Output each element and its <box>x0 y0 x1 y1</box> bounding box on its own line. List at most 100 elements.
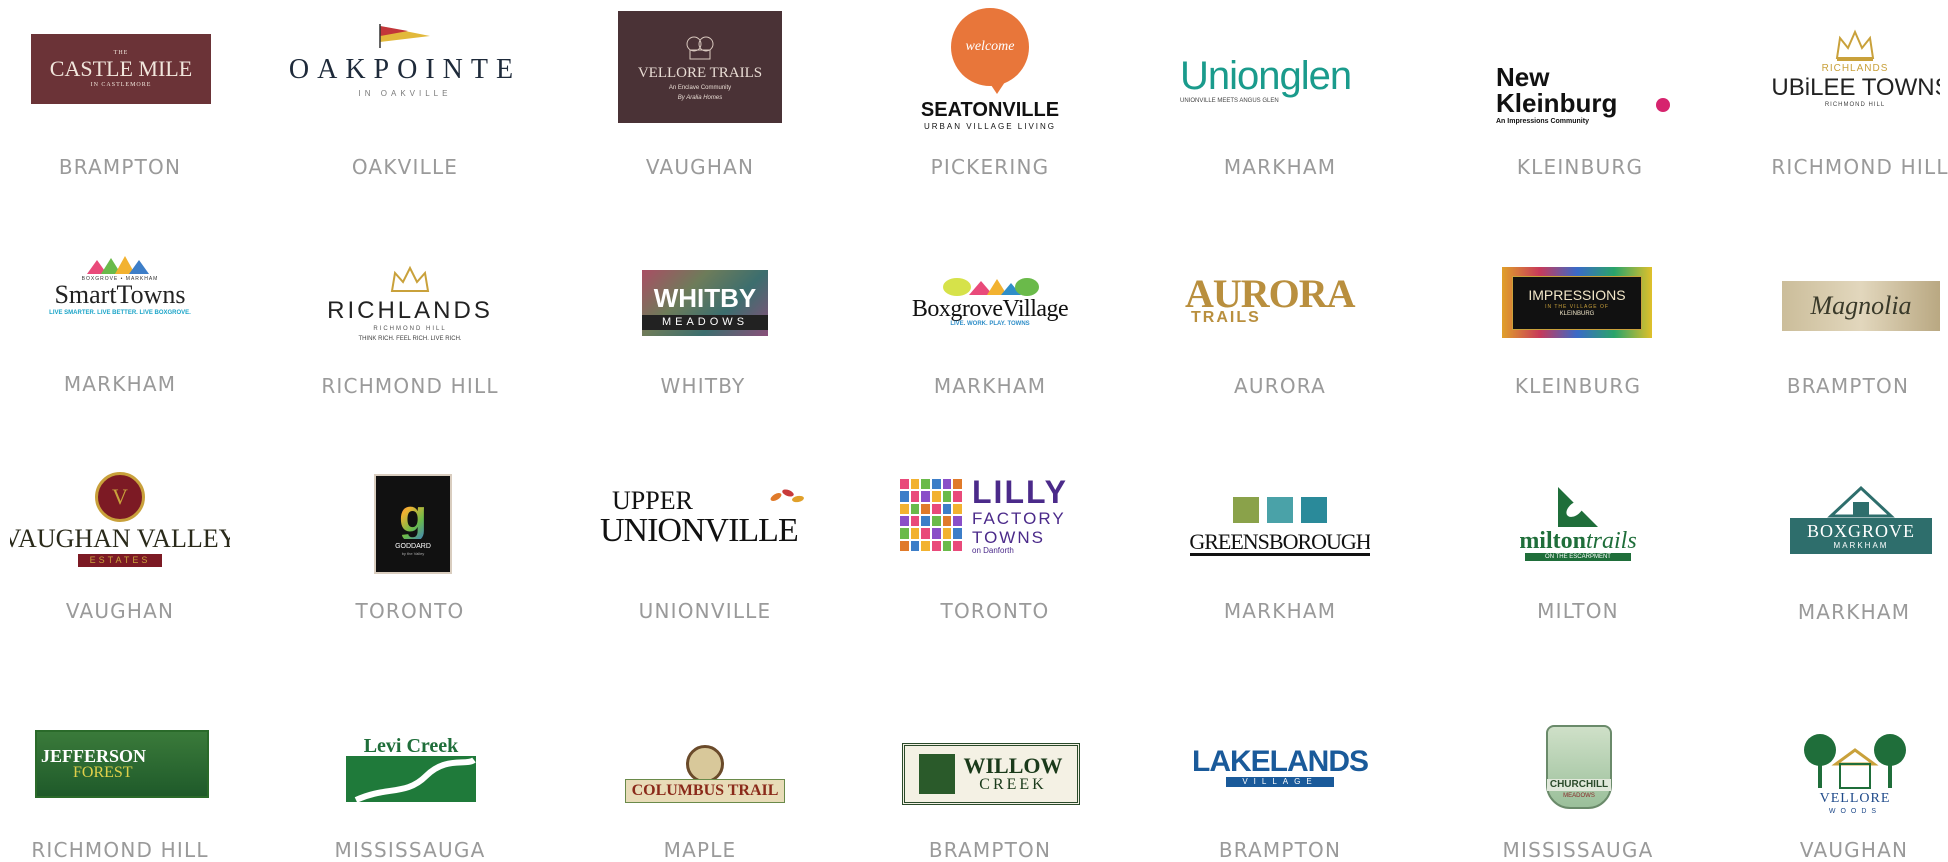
city-label: MARKHAM <box>933 374 1047 398</box>
city-label: RICHMOND HILL <box>31 838 209 862</box>
city-label: OAKVILLE <box>351 155 459 179</box>
new-kleinburg-logo: New Kleinburg An Impressions Community <box>1496 58 1676 130</box>
lakelands-logo: LAKELANDS VILLAGE <box>1192 745 1369 787</box>
crest-icon: V <box>95 472 145 522</box>
project-tile-lakelands[interactable]: LAKELANDS VILLAGE BRAMPTON <box>1160 715 1400 862</box>
city-label: MILTON <box>1537 599 1619 623</box>
project-tile-magnolia[interactable]: Magnolia BRAMPTON <box>1748 225 1948 410</box>
flag-icon <box>379 24 430 48</box>
project-tile-aurora-trails[interactable]: AURORA TRAILS AURORA <box>1160 225 1400 410</box>
project-tile-vellore-trails[interactable]: VELLORE TRAILS An Enclave Community By A… <box>580 0 820 190</box>
tiles-icon <box>1233 496 1327 523</box>
project-tile-new-kleinburg[interactable]: New Kleinburg An Impressions Community K… <box>1460 0 1700 190</box>
project-tile-whitby-meadows[interactable]: WHITBY MEADOWS WHITBY <box>583 225 823 410</box>
city-label: UNIONVILLE <box>638 599 772 623</box>
village-houses-icon <box>943 278 1039 296</box>
vaughan-valley-logo: V VAUGHAN VALLEY ESTATES <box>10 467 230 572</box>
project-tile-richlands[interactable]: RICHLANDS RICHMOND HILL THINK RICH. FEEL… <box>290 225 530 410</box>
project-tile-lilly-factory[interactable]: LILLY FACTORY TOWNS on Danforth TORONTO <box>875 455 1115 630</box>
city-label: MARKHAM <box>1223 155 1337 179</box>
boxgrove-village-logo: BoxgroveVillage LIVE. WORK. PLAY. TOWNS <box>890 265 1090 335</box>
magnolia-logo: Magnolia <box>1782 281 1940 331</box>
whitby-meadows-logo: WHITBY MEADOWS <box>642 270 768 336</box>
project-tile-seatonville[interactable]: welcome SEATONVILLE URBAN VILLAGE LIVING… <box>870 0 1110 190</box>
city-label: KLEINBURG <box>1516 155 1644 179</box>
city-label: VAUGHAN <box>1799 838 1909 862</box>
mosaic-icon <box>900 479 962 551</box>
rooftops-icon <box>87 256 149 274</box>
city-label: MARKHAM <box>1223 599 1337 623</box>
levi-creek-logo: Levi Creek <box>346 733 476 805</box>
project-tile-upper-unionville[interactable]: UPPER UNIONVILLE UNIONVILLE <box>585 455 825 630</box>
project-tile-boxgrove[interactable]: BOXGROVE MARKHAM MARKHAM <box>1760 455 1948 630</box>
milton-trails-logo: milton trails ON THE ESCARPMENT <box>1498 477 1658 567</box>
unionglen-logo: Unionglen UNIONVILLE MEETS ANGUS GLEN <box>1180 54 1352 104</box>
crown-icon <box>1835 29 1875 61</box>
project-tile-boxgrove-village[interactable]: BoxgroveVillage LIVE. WORK. PLAY. TOWNS … <box>870 225 1110 410</box>
house-icon <box>1827 485 1895 518</box>
project-tile-impressions[interactable]: IMPRESSIONS IN THE VILLAGE OF KLEINBURG … <box>1458 225 1698 410</box>
boxgrove-logo: BOXGROVE MARKHAM <box>1790 477 1932 561</box>
oakpointe-logo: OAKPOINTE IN OAKVILLE <box>280 10 530 110</box>
jefferson-forest-logo: JEFFERSON FOREST <box>35 730 209 798</box>
project-tile-goddard[interactable]: g GODDARD by the Valley TORONTO <box>290 455 530 630</box>
g-monogram-icon: g <box>398 489 428 542</box>
city-label: VAUGHAN <box>645 155 755 179</box>
city-label: MAPLE <box>663 838 737 862</box>
project-tile-vellore-woods[interactable]: VELLORE WOODS VAUGHAN <box>1760 715 1948 862</box>
aurora-trails-logo: AURORA TRAILS <box>1185 271 1356 326</box>
tree-icon <box>919 754 956 794</box>
city-label: WHITBY <box>660 374 746 398</box>
trees-gazebo-icon <box>1804 733 1906 789</box>
city-label: BRAMPTON <box>928 838 1052 862</box>
project-tile-greensborough[interactable]: GREENSBOROUGH MARKHAM <box>1160 455 1400 630</box>
project-tile-milton-trails[interactable]: milton trails ON THE ESCARPMENT MILTON <box>1458 455 1698 630</box>
project-tile-columbus-trail[interactable]: COLUMBUS TRAIL MAPLE <box>580 715 820 862</box>
impressions-logo: IMPRESSIONS IN THE VILLAGE OF KLEINBURG <box>1502 267 1652 338</box>
leaf-icon <box>1558 487 1598 527</box>
project-tile-churchill-meadows[interactable]: CHURCHILL MEADOWS MISSISSAUGA <box>1458 715 1698 862</box>
city-label: MARKHAM <box>1797 600 1911 624</box>
crown-icon <box>390 265 430 292</box>
compass-icon <box>686 745 724 783</box>
columbus-trail-logo: COLUMBUS TRAIL <box>623 743 787 805</box>
project-tile-castle-mile[interactable]: THE CASTLE MILE IN CASTLEMORE BRAMPTON <box>0 0 240 190</box>
city-label: KLEINBURG <box>1514 374 1642 398</box>
project-tile-willow-creek[interactable]: WILLOW CREEK BRAMPTON <box>870 715 1110 862</box>
castle-mile-logo: THE CASTLE MILE IN CASTLEMORE <box>31 34 211 104</box>
willow-creek-logo: WILLOW CREEK <box>902 743 1080 805</box>
vellore-woods-logo: VELLORE WOODS <box>1800 723 1910 823</box>
churchill-meadows-logo: CHURCHILL MEADOWS <box>1524 717 1634 817</box>
smart-towns-logo: BOXGROVE • MARKHAM SmartTowns LIVE SMART… <box>15 245 225 325</box>
city-label: MARKHAM <box>63 372 177 396</box>
city-label: BRAMPTON <box>58 155 182 179</box>
greensborough-logo: GREENSBOROUGH <box>1190 491 1370 561</box>
project-tile-smart-towns[interactable]: BOXGROVE • MARKHAM SmartTowns LIVE SMART… <box>0 225 240 410</box>
upper-unionville-logo: UPPER UNIONVILLE <box>600 483 810 553</box>
city-label: BRAMPTON <box>1786 374 1910 398</box>
city-label: MISSISSAUGA <box>334 838 486 862</box>
seatonville-logo: welcome SEATONVILLE URBAN VILLAGE LIVING <box>910 8 1070 138</box>
project-tile-jubilee-towns[interactable]: RICHLANDS JUBiLEE TOWNS RICHMOND HILL RI… <box>1740 0 1948 190</box>
city-label: TORONTO <box>355 599 465 623</box>
city-label: RICHMOND HILL <box>1771 155 1948 179</box>
shield-icon: CHURCHILL MEADOWS <box>1546 725 1612 809</box>
city-label: PICKERING <box>930 155 1050 179</box>
lilly-factory-logo: LILLY FACTORY TOWNS on Danforth <box>900 475 1090 555</box>
project-tile-jefferson-forest[interactable]: JEFFERSON FOREST RICHMOND HILL <box>0 715 240 862</box>
project-tile-unionglen[interactable]: Unionglen UNIONVILLE MEETS ANGUS GLEN MA… <box>1160 0 1400 190</box>
city-label: RICHMOND HILL <box>321 374 499 398</box>
city-label: MISSISSAUGA <box>1502 838 1654 862</box>
splash-icon <box>1656 98 1670 112</box>
leaves-icon <box>770 489 804 503</box>
welcome-badge: welcome <box>951 8 1029 94</box>
city-label: BRAMPTON <box>1218 838 1342 862</box>
city-label: TORONTO <box>940 599 1050 623</box>
tree-house-icon <box>686 36 714 59</box>
goddard-logo: g GODDARD by the Valley <box>374 474 452 574</box>
vellore-trails-logo: VELLORE TRAILS An Enclave Community By A… <box>618 11 782 123</box>
jubilee-towns-logo: RICHLANDS JUBiLEE TOWNS RICHMOND HILL <box>1770 18 1940 118</box>
project-tile-oakpointe[interactable]: OAKPOINTE IN OAKVILLE OAKVILLE <box>280 0 530 190</box>
project-tile-levi-creek[interactable]: Levi Creek MISSISSAUGA <box>290 715 530 862</box>
project-tile-vaughan-valley[interactable]: V VAUGHAN VALLEY ESTATES VAUGHAN <box>0 455 240 630</box>
